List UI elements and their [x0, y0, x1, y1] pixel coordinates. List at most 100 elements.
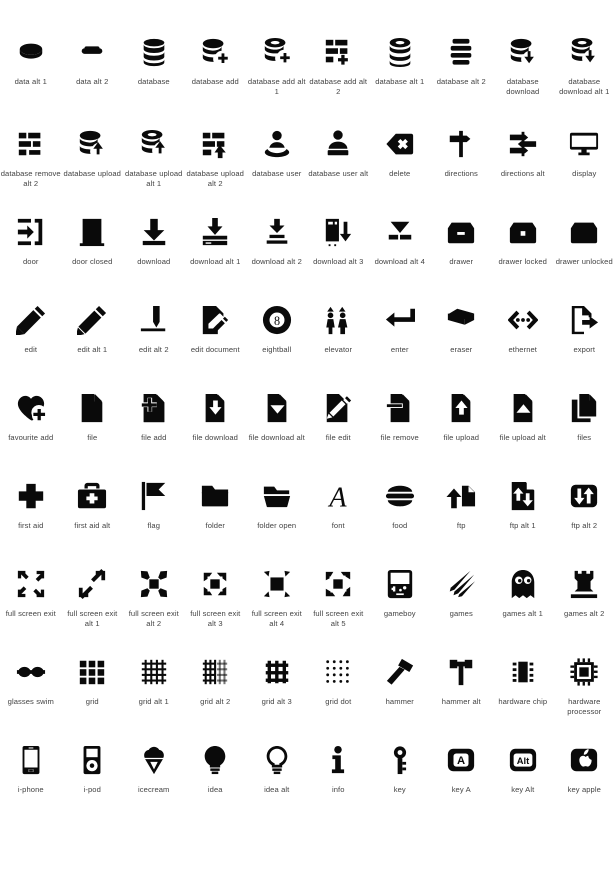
edit-document-icon[interactable]	[194, 300, 236, 340]
delete-icon[interactable]	[379, 124, 421, 164]
icon-cell[interactable]: idea	[185, 734, 247, 822]
icon-cell[interactable]: file download alt	[246, 382, 308, 470]
download-alt-3-icon[interactable]	[317, 212, 359, 252]
icon-cell[interactable]: grid	[62, 646, 124, 734]
key-a-icon[interactable]	[440, 740, 482, 780]
icon-cell[interactable]: folder	[185, 470, 247, 558]
icon-cell[interactable]: i-phone	[0, 734, 62, 822]
icon-cell[interactable]: edit alt 2	[123, 294, 185, 382]
icon-cell[interactable]: display	[554, 118, 615, 206]
grid-icon[interactable]	[71, 652, 113, 692]
grid-alt-1-icon[interactable]	[133, 652, 175, 692]
gameboy-icon[interactable]	[379, 564, 421, 604]
icon-cell[interactable]: food	[369, 470, 431, 558]
icon-cell[interactable]: grid alt 3	[246, 646, 308, 734]
full-screen-exit-alt-4-icon[interactable]	[256, 564, 298, 604]
icon-cell[interactable]: hardware chip	[492, 646, 554, 734]
database-user-icon[interactable]	[256, 124, 298, 164]
key-apple-icon[interactable]	[563, 740, 605, 780]
icon-cell[interactable]: icecream	[123, 734, 185, 822]
i-phone-icon[interactable]	[10, 740, 52, 780]
drawer-locked-icon[interactable]	[502, 212, 544, 252]
export-icon[interactable]	[563, 300, 605, 340]
icon-cell[interactable]: gameboy	[369, 558, 431, 646]
file-add-icon[interactable]	[133, 388, 175, 428]
icon-cell[interactable]: eraser	[431, 294, 493, 382]
icon-cell[interactable]: idea alt	[246, 734, 308, 822]
database-upload-icon[interactable]	[71, 124, 113, 164]
games-alt-2-icon[interactable]	[563, 564, 605, 604]
database-remove-alt-2-icon[interactable]	[10, 124, 52, 164]
icon-cell[interactable]: database upload alt 2	[185, 118, 247, 206]
icon-cell[interactable]: games alt 2	[554, 558, 615, 646]
games-icon[interactable]	[440, 564, 482, 604]
icon-cell[interactable]: file remove	[369, 382, 431, 470]
font-icon[interactable]	[317, 476, 359, 516]
icon-cell[interactable]: key A	[431, 734, 493, 822]
download-alt-2-icon[interactable]	[256, 212, 298, 252]
download-alt-1-icon[interactable]	[194, 212, 236, 252]
door-icon[interactable]	[10, 212, 52, 252]
grid-dot-icon[interactable]	[317, 652, 359, 692]
files-icon[interactable]	[563, 388, 605, 428]
icon-cell[interactable]: download alt 3	[308, 206, 370, 294]
database-icon[interactable]	[133, 32, 175, 72]
icon-cell[interactable]: hardware processor	[554, 646, 615, 734]
icon-cell[interactable]: database download	[492, 26, 554, 118]
ftp-alt-1-icon[interactable]	[502, 476, 544, 516]
icon-cell[interactable]: database remove alt 2	[0, 118, 62, 206]
icon-cell[interactable]: enter	[369, 294, 431, 382]
ethernet-icon[interactable]	[502, 300, 544, 340]
database-alt-2-icon[interactable]	[440, 32, 482, 72]
first-aid-icon[interactable]	[10, 476, 52, 516]
icon-cell[interactable]: database user alt	[308, 118, 370, 206]
flag-icon[interactable]	[133, 476, 175, 516]
icon-cell[interactable]: download	[123, 206, 185, 294]
database-download-alt-1-icon[interactable]	[563, 32, 605, 72]
database-upload-alt-1-icon[interactable]	[133, 124, 175, 164]
icon-cell[interactable]: info	[308, 734, 370, 822]
icon-cell[interactable]: database download alt 1	[554, 26, 615, 118]
eightball-icon[interactable]	[256, 300, 298, 340]
first-aid-alt-icon[interactable]	[71, 476, 113, 516]
icon-cell[interactable]: first aid alt	[62, 470, 124, 558]
icon-cell[interactable]: directions alt	[492, 118, 554, 206]
icon-cell[interactable]: file	[62, 382, 124, 470]
icon-cell[interactable]: drawer locked	[492, 206, 554, 294]
icon-cell[interactable]: ftp alt 1	[492, 470, 554, 558]
icon-cell[interactable]: first aid	[0, 470, 62, 558]
icon-cell[interactable]: door	[0, 206, 62, 294]
full-screen-exit-icon[interactable]	[10, 564, 52, 604]
database-add-alt-2-icon[interactable]	[317, 32, 359, 72]
file-remove-icon[interactable]	[379, 388, 421, 428]
icon-cell[interactable]: flag	[123, 470, 185, 558]
icon-cell[interactable]: ftp	[431, 470, 493, 558]
key-alt-icon[interactable]	[502, 740, 544, 780]
icon-cell[interactable]: i-pod	[62, 734, 124, 822]
edit-icon[interactable]	[10, 300, 52, 340]
icon-cell[interactable]: door closed	[62, 206, 124, 294]
file-edit-icon[interactable]	[317, 388, 359, 428]
door-closed-icon[interactable]	[71, 212, 113, 252]
icon-cell[interactable]: glasses swim	[0, 646, 62, 734]
icon-cell[interactable]: key	[369, 734, 431, 822]
icon-cell[interactable]: download alt 1	[185, 206, 247, 294]
file-download-icon[interactable]	[194, 388, 236, 428]
icon-cell[interactable]: data alt 2	[62, 26, 124, 118]
icon-cell[interactable]: edit alt 1	[62, 294, 124, 382]
hammer-alt-icon[interactable]	[440, 652, 482, 692]
icon-cell[interactable]: data alt 1	[0, 26, 62, 118]
icon-cell[interactable]: full screen exit alt 4	[246, 558, 308, 646]
edit-alt-2-icon[interactable]	[133, 300, 175, 340]
folder-open-icon[interactable]	[256, 476, 298, 516]
key-icon[interactable]	[379, 740, 421, 780]
icon-cell[interactable]: key Alt	[492, 734, 554, 822]
download-icon[interactable]	[133, 212, 175, 252]
elevator-icon[interactable]	[317, 300, 359, 340]
icon-cell[interactable]: full screen exit alt 1	[62, 558, 124, 646]
file-upload-icon[interactable]	[440, 388, 482, 428]
data-alt-2-icon[interactable]	[71, 32, 113, 72]
icon-cell[interactable]: ethernet	[492, 294, 554, 382]
icon-cell[interactable]: file upload	[431, 382, 493, 470]
folder-icon[interactable]	[194, 476, 236, 516]
